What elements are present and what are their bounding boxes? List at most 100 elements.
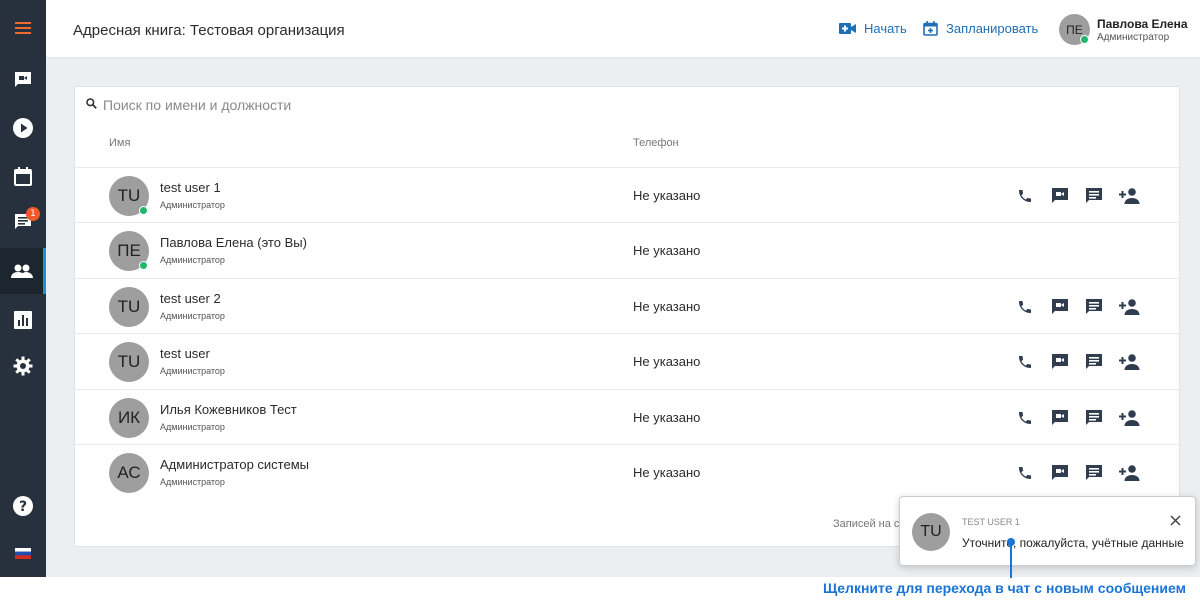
- table-row[interactable]: TU test user 2 Администратор Не указано: [75, 277, 1181, 333]
- avatar-initials: ПЕ: [117, 241, 141, 261]
- contact-phone: Не указано: [633, 409, 701, 425]
- table-row[interactable]: TU test user Администратор Не указано: [75, 333, 1181, 388]
- schedule-button[interactable]: Запланировать: [923, 21, 1038, 36]
- add-contact-button[interactable]: [1119, 185, 1153, 207]
- message-button[interactable]: [1085, 185, 1119, 207]
- user-avatar[interactable]: ПЕ: [1059, 14, 1090, 45]
- svg-text:?: ?: [19, 499, 27, 515]
- contact-name: test user: [160, 346, 210, 362]
- chat-icon: [1086, 188, 1102, 203]
- video-call-button[interactable]: [1051, 185, 1085, 207]
- user-name: Павлова Елена: [1097, 17, 1188, 31]
- video-call-button[interactable]: [1051, 407, 1085, 429]
- add-user-icon: [1119, 298, 1140, 315]
- video-chat-icon: [1052, 465, 1068, 480]
- page-title: Адресная книга: Тестовая организация: [73, 22, 345, 39]
- call-button[interactable]: [1017, 296, 1051, 318]
- language-switcher[interactable]: [0, 530, 46, 576]
- menu-icon: [15, 22, 31, 34]
- table-row[interactable]: АС Администратор системы Администратор Н…: [75, 444, 1181, 499]
- column-header-phone[interactable]: Телефон: [633, 137, 679, 149]
- start-label: Начать: [864, 21, 907, 36]
- flag-ru-icon: [15, 547, 31, 559]
- sidebar-item-conferences[interactable]: [0, 57, 46, 103]
- sidebar-item-help[interactable]: ?: [0, 483, 46, 529]
- schedule-label: Запланировать: [946, 21, 1039, 36]
- chat-icon: [1086, 409, 1102, 425]
- video-call-button[interactable]: [1051, 351, 1085, 373]
- row-actions: [1017, 351, 1153, 373]
- user-role: Администратор: [1097, 32, 1170, 43]
- video-call-button[interactable]: [1051, 296, 1085, 318]
- toast-sender: TEST USER 1: [962, 517, 1020, 527]
- avatar: TU: [109, 286, 149, 327]
- avatar: ИК: [109, 397, 149, 438]
- video-chat-icon: [1052, 188, 1068, 203]
- contact-role: Администратор: [160, 200, 225, 210]
- call-button[interactable]: [1017, 351, 1051, 373]
- message-button[interactable]: [1085, 462, 1119, 484]
- phone-icon: [1019, 190, 1031, 202]
- message-button[interactable]: [1085, 351, 1119, 373]
- contact-name: Павлова Елена (это Вы): [160, 235, 307, 251]
- row-actions: [1017, 296, 1153, 318]
- sidebar-item-chat[interactable]: 1: [0, 199, 46, 245]
- play-icon: [13, 118, 33, 138]
- chat-icon: [1086, 465, 1102, 480]
- start-conference-button[interactable]: Начать: [839, 21, 907, 36]
- online-indicator: [139, 261, 148, 271]
- search-input[interactable]: [103, 95, 703, 115]
- annotation-text: Щелкните для перехода в чат с новым сооб…: [823, 580, 1186, 596]
- help-icon: ?: [13, 496, 33, 516]
- phone-icon: [1019, 411, 1031, 424]
- sidebar-item-settings[interactable]: [0, 343, 46, 389]
- video-chat-icon: [1052, 354, 1068, 370]
- call-button[interactable]: [1017, 185, 1051, 207]
- table-row[interactable]: ИК Илья Кожевников Тест Администратор Не…: [75, 388, 1181, 444]
- toast-message: Уточните, пожалуйста, учётные данные: [962, 536, 1184, 550]
- chat-notification-toast[interactable]: TU TEST USER 1 Уточните, пожалуйста, учё…: [899, 496, 1196, 566]
- contact-role: Администратор: [160, 255, 225, 266]
- online-indicator: [139, 206, 148, 215]
- contacts-icon: [10, 264, 33, 278]
- chat-icon: [1086, 298, 1102, 314]
- avatar-initials: АС: [117, 463, 141, 482]
- add-contact-button[interactable]: [1119, 407, 1153, 429]
- sidebar-item-calendar[interactable]: [0, 153, 46, 199]
- add-contact-button[interactable]: [1119, 351, 1153, 373]
- sidebar-menu-button[interactable]: [0, 5, 46, 51]
- video-add-icon: [839, 23, 856, 34]
- toast-avatar: TU: [912, 513, 950, 551]
- table-row[interactable]: TU test user 1 Администратор Не указано: [75, 167, 1181, 222]
- add-contact-button[interactable]: [1119, 296, 1153, 318]
- call-button[interactable]: [1017, 462, 1051, 484]
- sidebar-item-statistics[interactable]: [0, 297, 46, 343]
- video-chat-icon: [1052, 298, 1068, 314]
- sidebar-item-player[interactable]: [0, 105, 46, 151]
- sidebar: 1 ?: [0, 0, 46, 577]
- message-button[interactable]: [1085, 296, 1119, 318]
- chat-badge: 1: [26, 207, 40, 221]
- add-user-icon: [1119, 354, 1140, 371]
- message-button[interactable]: [1085, 407, 1119, 429]
- add-user-icon: [1119, 465, 1140, 481]
- contact-name: Администратор системы: [160, 457, 309, 472]
- table-row[interactable]: ПЕ Павлова Елена (это Вы) Администратор …: [75, 222, 1181, 277]
- contact-role: Администратор: [160, 310, 225, 321]
- calendar-icon: [14, 166, 32, 186]
- contact-role: Администратор: [160, 366, 225, 377]
- address-book-card: Имя Телефон TU test user 1 Администратор…: [74, 86, 1181, 547]
- sidebar-item-contacts[interactable]: [0, 248, 46, 294]
- add-user-icon: [1119, 409, 1140, 426]
- stats-icon: [14, 311, 32, 329]
- phone-icon: [1019, 300, 1031, 313]
- avatar: ПЕ: [109, 231, 149, 272]
- video-call-button[interactable]: [1051, 462, 1085, 484]
- close-icon[interactable]: [1170, 515, 1181, 526]
- column-header-name[interactable]: Имя: [109, 137, 130, 149]
- call-button[interactable]: [1017, 407, 1051, 429]
- contact-phone: Не указано: [633, 243, 701, 259]
- add-user-icon: [1119, 188, 1140, 204]
- add-contact-button[interactable]: [1119, 462, 1153, 484]
- annotation-dot: [1007, 538, 1015, 546]
